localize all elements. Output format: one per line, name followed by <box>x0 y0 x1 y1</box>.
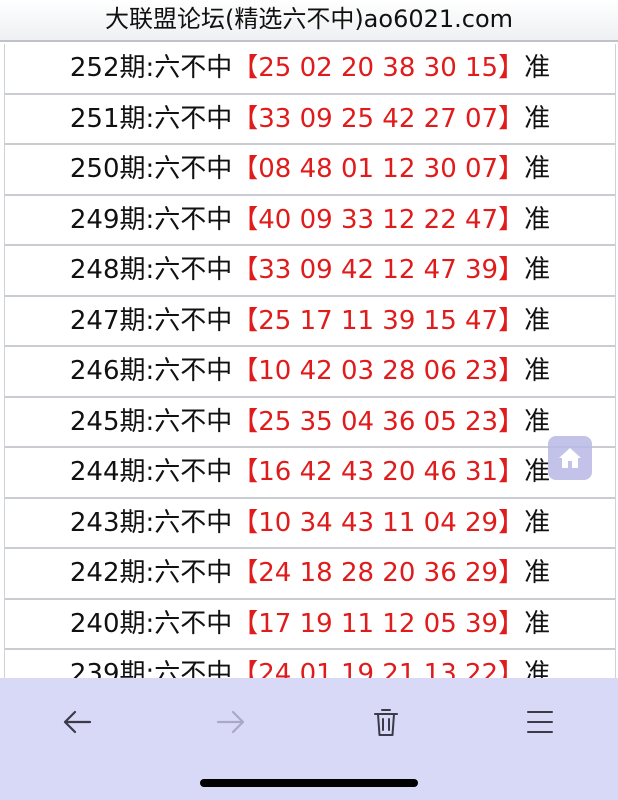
numbers-label: 【33 09 25 42 27 07】 <box>232 103 525 134</box>
menu-button[interactable] <box>510 694 570 750</box>
home-indicator <box>200 779 418 787</box>
issue-label: 248期:六不中 <box>69 255 233 285</box>
issue-label: 240期:六不中 <box>69 608 233 639</box>
issue-label: 246期:六不中 <box>69 356 233 386</box>
delete-button[interactable] <box>356 694 416 750</box>
prediction-list: 252期:六不中【25 02 20 38 30 15】准 251期:六不中【33… <box>4 44 616 678</box>
issue-label: 243期:六不中 <box>69 507 233 538</box>
list-item: 246期:六不中【10 42 03 28 06 23】准 <box>5 347 615 398</box>
issue-label: 249期:六不中 <box>69 204 233 235</box>
back-arrow-icon <box>63 710 92 734</box>
list-item: 239期:六不中【24 01 19 21 13 22】准 <box>5 650 615 678</box>
back-button[interactable] <box>47 694 107 750</box>
result-label: 准 <box>524 457 551 487</box>
home-button[interactable] <box>548 436 592 480</box>
numbers-label: 【33 09 42 12 47 39】 <box>232 255 525 285</box>
result-label: 准 <box>524 558 551 588</box>
trash-icon <box>374 709 398 736</box>
result-label: 准 <box>524 255 551 285</box>
numbers-label: 【17 19 11 12 05 39】 <box>232 608 525 639</box>
issue-label: 250期:六不中 <box>69 154 233 184</box>
issue-label: 239期:六不中 <box>69 659 233 678</box>
home-icon <box>559 448 581 468</box>
result-label: 准 <box>524 659 551 678</box>
numbers-label: 【24 18 28 20 36 29】 <box>232 558 525 588</box>
forward-arrow-icon <box>216 710 245 734</box>
menu-icon <box>527 711 553 733</box>
result-label: 准 <box>524 103 551 134</box>
result-label: 准 <box>524 356 551 386</box>
result-label: 准 <box>524 53 551 83</box>
list-item: 244期:六不中【16 42 43 20 46 31】准 <box>5 448 615 499</box>
list-item: 250期:六不中【08 48 01 12 30 07】准 <box>5 145 615 196</box>
result-label: 准 <box>524 608 551 639</box>
issue-label: 251期:六不中 <box>69 103 233 134</box>
issue-label: 245期:六不中 <box>69 406 233 437</box>
page-title: 大联盟论坛(精选六不中)ao6021.com <box>0 0 618 42</box>
result-label: 准 <box>524 204 551 235</box>
list-item: 248期:六不中【33 09 42 12 47 39】准 <box>5 246 615 297</box>
result-label: 准 <box>524 154 551 184</box>
list-item: 243期:六不中【10 34 43 11 04 29】准 <box>5 499 615 549</box>
numbers-label: 【24 01 19 21 13 22】 <box>232 659 525 678</box>
forward-button[interactable] <box>201 694 261 750</box>
list-item: 247期:六不中【25 17 11 39 15 47】准 <box>5 297 615 347</box>
result-label: 准 <box>524 406 551 437</box>
issue-label: 242期:六不中 <box>69 558 233 588</box>
numbers-label: 【25 17 11 39 15 47】 <box>232 305 525 336</box>
list-item: 245期:六不中【25 35 04 36 05 23】准 <box>5 398 615 448</box>
numbers-label: 【10 42 03 28 06 23】 <box>232 356 525 386</box>
list-item: 252期:六不中【25 02 20 38 30 15】准 <box>5 44 615 95</box>
issue-label: 244期:六不中 <box>69 457 233 487</box>
list-item: 251期:六不中【33 09 25 42 27 07】准 <box>5 95 615 145</box>
list-item: 249期:六不中【40 09 33 12 22 47】准 <box>5 196 615 246</box>
numbers-label: 【40 09 33 12 22 47】 <box>232 204 525 235</box>
numbers-label: 【16 42 43 20 46 31】 <box>232 457 525 487</box>
numbers-label: 【25 35 04 36 05 23】 <box>232 406 525 437</box>
result-label: 准 <box>524 305 551 336</box>
numbers-label: 【25 02 20 38 30 15】 <box>232 53 525 83</box>
numbers-label: 【08 48 01 12 30 07】 <box>232 154 525 184</box>
issue-label: 252期:六不中 <box>69 53 233 83</box>
list-item: 242期:六不中【24 18 28 20 36 29】准 <box>5 549 615 600</box>
result-label: 准 <box>524 507 551 538</box>
list-item: 240期:六不中【17 19 11 12 05 39】准 <box>5 600 615 650</box>
issue-label: 247期:六不中 <box>69 305 233 336</box>
numbers-label: 【10 34 43 11 04 29】 <box>232 507 525 538</box>
